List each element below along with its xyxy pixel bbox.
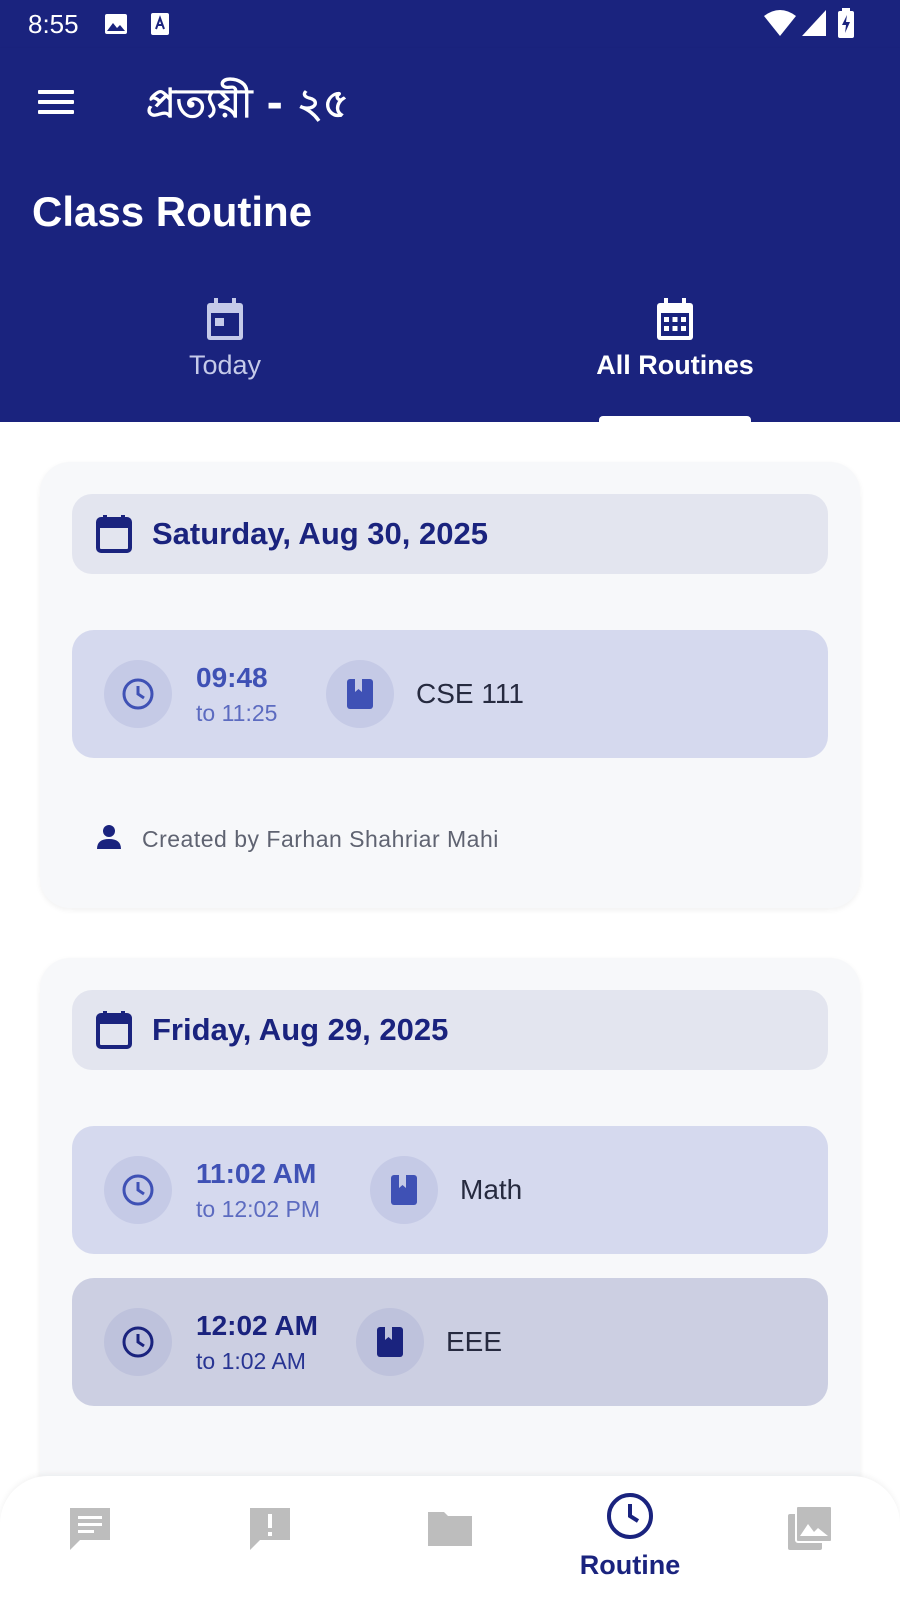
text-notification-icon	[150, 12, 170, 41]
book-icon	[326, 660, 394, 728]
course-name: Math	[460, 1174, 523, 1205]
routine-entry[interactable]: 11:02 AM to 12:02 PM Math	[72, 1126, 828, 1254]
tab-all-routines[interactable]: All Routines	[450, 288, 900, 422]
clock-icon	[104, 1308, 172, 1376]
routine-date: Saturday, Aug 30, 2025	[152, 516, 488, 551]
nav-routine-label: Routine	[579, 1550, 681, 1580]
calendar-icon	[96, 515, 132, 558]
end-time: to 1:02 AM	[196, 1348, 306, 1374]
course-name: EEE	[446, 1326, 503, 1357]
nav-gallery[interactable]	[720, 1476, 900, 1600]
battery-charging-icon	[838, 8, 854, 43]
chat-icon	[66, 1504, 114, 1557]
nav-files[interactable]	[360, 1476, 540, 1600]
routine-date: Friday, Aug 29, 2025	[152, 1012, 449, 1047]
end-time: to 11:25	[196, 700, 278, 726]
clock-icon	[104, 660, 172, 728]
routine-entry[interactable]: 09:48 to 11:25 CSE 111	[72, 630, 828, 758]
menu-icon	[38, 90, 74, 94]
date-header: Friday, Aug 29, 2025	[72, 990, 828, 1070]
start-time: 09:48	[196, 662, 268, 693]
tab-all-routines-label: All Routines	[596, 350, 754, 380]
image-notification-icon	[104, 12, 128, 41]
alert-icon	[246, 1504, 294, 1557]
app-bar: প্রত্যয়ী - ২৫	[0, 48, 900, 158]
nav-routine[interactable]: Routine	[540, 1476, 720, 1600]
start-time: 12:02 AM	[196, 1310, 318, 1341]
status-bar: 8:55	[0, 0, 900, 48]
bottom-navigation: Routine	[0, 1476, 900, 1600]
calendar-month-icon	[655, 298, 695, 347]
routine-entry[interactable]: 12:02 AM to 1:02 AM EEE	[72, 1278, 828, 1406]
photo-library-icon	[786, 1504, 834, 1557]
book-icon	[370, 1156, 438, 1224]
date-header: Saturday, Aug 30, 2025	[72, 494, 828, 574]
end-time: to 12:02 PM	[196, 1196, 321, 1222]
clock-icon	[606, 1492, 654, 1545]
nav-chat[interactable]	[0, 1476, 180, 1600]
person-icon	[96, 824, 122, 855]
wifi-icon	[764, 10, 796, 41]
course-name: CSE 111	[416, 678, 524, 709]
created-by: Created by Farhan Shahriar Mahi	[96, 824, 499, 855]
clock-icon	[104, 1156, 172, 1224]
tab-indicator	[599, 416, 751, 422]
start-time: 11:02 AM	[196, 1158, 317, 1189]
signal-icon	[802, 10, 826, 41]
created-by-text: Created by Farhan Shahriar Mahi	[142, 826, 499, 852]
folder-icon	[426, 1504, 474, 1557]
book-icon	[356, 1308, 424, 1376]
routine-card: Friday, Aug 29, 2025 11:02 AM to 12:02 P…	[40, 958, 860, 1518]
routine-card: Saturday, Aug 30, 2025 09:48 to 11:25 CS…	[40, 462, 860, 908]
app-title: প্রত্যয়ী - ২৫	[146, 81, 349, 127]
calendar-today-icon	[205, 298, 245, 347]
tab-today[interactable]: Today	[0, 288, 450, 422]
status-time: 8:55	[28, 9, 79, 39]
page-title: Class Routine	[32, 188, 313, 235]
nav-alerts[interactable]	[180, 1476, 360, 1600]
routine-header: Class Routine Today All Routines	[0, 158, 900, 422]
menu-button[interactable]	[30, 76, 82, 128]
tab-today-label: Today	[188, 350, 262, 380]
calendar-icon	[96, 1011, 132, 1054]
